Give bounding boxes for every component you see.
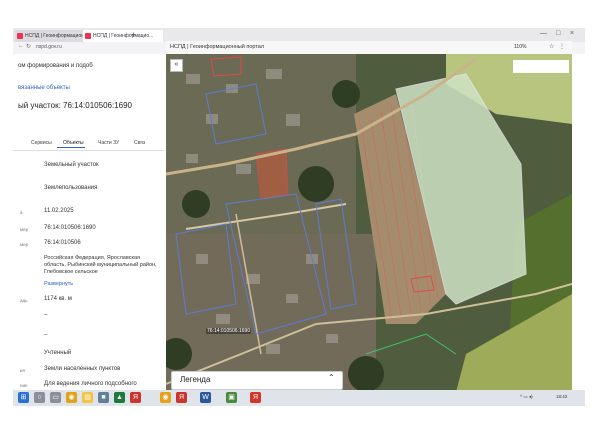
permitted-use: Для ведения личного подсобного [44,381,137,387]
tab-title: НСПД | Геоинформацион... [25,33,89,39]
active-tab-indicator [57,147,85,148]
word-icon[interactable]: W [200,392,211,403]
row-label: ние [20,383,28,388]
browser-tab-bar: НСПД | Геоинформацион... НСПД | Геоинфор… [13,28,585,42]
tab-links[interactable]: Связ [134,140,145,146]
tab-title: НСПД | Геоинформацио... [93,33,154,39]
browser-tab-active[interactable]: НСПД | Геоинформацио... [83,30,163,42]
row-label: мер [20,227,29,232]
tray-icons[interactable]: ^ ▭ ◂) [520,394,533,400]
cadastral-quarter: 76:14:010506 [44,240,81,246]
tab-objects[interactable]: Объекты [63,140,84,146]
app-icon[interactable]: ▣ [226,392,237,403]
related-objects-link[interactable]: вязанные объекты [18,85,70,91]
row-label: ия [20,368,25,373]
breadcrumb[interactable]: ом формирования и подоб [18,63,93,69]
chevron-up-icon[interactable]: ⌃ [328,373,335,382]
back-icon[interactable]: ← [18,43,24,49]
registration-date: 11.02.2025 [44,208,74,214]
task-view-icon[interactable]: ▭ [50,392,61,403]
windows-start-icon[interactable]: ⊞ [18,392,29,403]
empty-value: – [44,332,48,338]
yandex-icon[interactable]: Я [176,392,187,403]
close-button[interactable]: × [570,30,574,37]
land-category: Земли населенных пунктов [44,366,121,372]
clock[interactable]: 18:42 [556,394,567,399]
menu-icon[interactable]: ⋮ [559,43,565,50]
tab-favicon-icon [17,33,23,39]
minimize-button[interactable]: — [540,30,547,37]
app-icon[interactable]: ▲ [114,392,125,403]
cadastral-number: 76:14:010506:1690 [44,225,96,231]
tab-parts[interactable]: Части ЗУ [98,140,119,146]
status: Учтенный [44,350,72,356]
cadastral-number-label[interactable]: 76:14:010506:1690 [206,328,252,334]
collapse-panel-button[interactable]: « [170,59,183,72]
explorer-icon[interactable]: ▤ [82,392,93,403]
browser-tab[interactable]: НСПД | Геоинформацион... [15,30,91,42]
yandex-icon[interactable]: Я [250,392,261,403]
object-type: Земельный участок [44,162,99,168]
empty-value: – [44,312,48,318]
yandex-icon[interactable]: Я [130,392,141,403]
map-imagery [166,54,572,392]
map-search-box[interactable] [513,60,569,73]
chrome-icon[interactable]: ◉ [66,392,77,403]
tab-favicon-icon [85,33,91,39]
address-text[interactable]: nspd.gov.ru [36,44,62,50]
row-label: а [20,210,23,215]
star-icon[interactable]: ☆ [549,43,554,50]
divider [13,150,165,151]
expand-link[interactable]: Развернуть [44,281,73,287]
zoom-level[interactable]: 110% [514,44,526,50]
chrome-icon[interactable]: ◉ [160,392,171,403]
object-subtype: Землепользования [44,185,98,191]
row-label: адь [20,298,28,303]
row-label: мер [20,242,29,247]
maximize-button[interactable]: □ [556,30,560,37]
tab-services[interactable]: Сервисы [31,140,52,146]
page-title: ый участок: 76:14:010506:1690 [18,101,132,110]
satellite-map[interactable] [166,54,572,392]
legend-label: Легенда [180,375,211,384]
new-tab-button[interactable]: + [131,30,136,39]
address: Российская Федерация, Ярославская област… [44,255,157,275]
area: 1174 кв. м [44,296,72,302]
search-icon[interactable]: ○ [34,392,45,403]
app-icon[interactable]: ■ [98,392,109,403]
reload-icon[interactable]: ↻ [26,43,31,50]
map-header-title: НСПД | Геоинформационный портал [170,44,265,50]
